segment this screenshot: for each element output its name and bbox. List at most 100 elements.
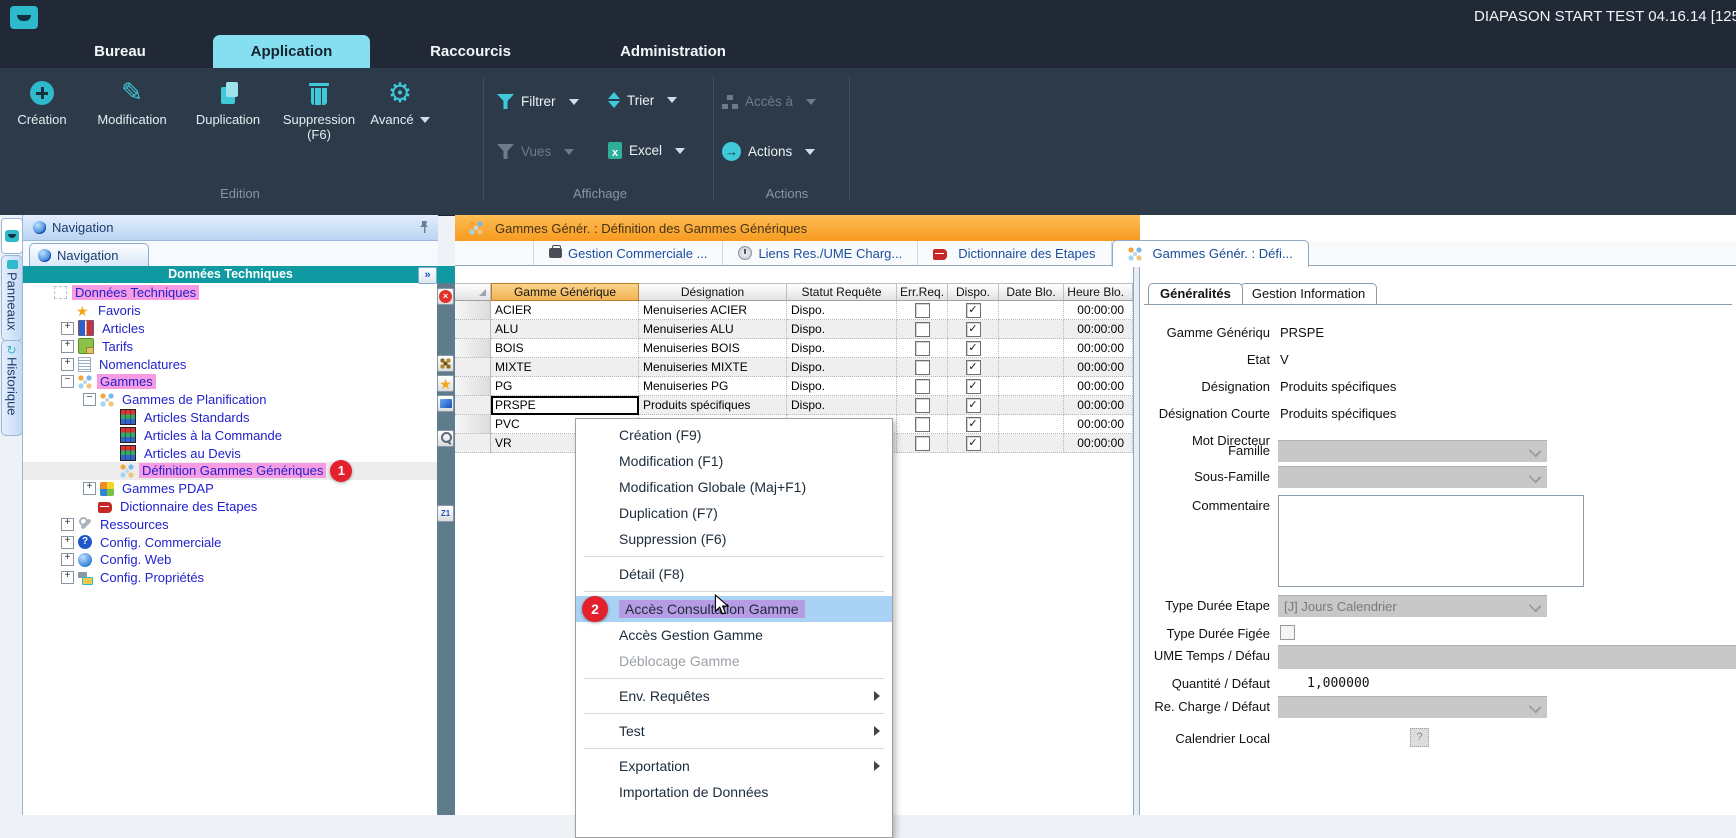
duplication-button[interactable]: Duplication bbox=[182, 78, 274, 127]
tab-raccourcis[interactable]: Raccourcis bbox=[408, 35, 533, 68]
dispo-checkbox[interactable] bbox=[966, 303, 981, 318]
cell-dispo[interactable] bbox=[948, 301, 999, 320]
cell-gamme[interactable]: ACIER bbox=[491, 301, 639, 320]
row-header[interactable] bbox=[455, 377, 491, 396]
tree-expand-toggle[interactable]: + bbox=[61, 340, 74, 353]
help-button[interactable]: ? bbox=[1410, 728, 1429, 747]
tree-item[interactable]: ★Favoris bbox=[23, 302, 438, 320]
cell-heure-blo[interactable]: 00:00:00 bbox=[1064, 339, 1133, 358]
cell-dispo[interactable] bbox=[948, 320, 999, 339]
err-req-checkbox[interactable] bbox=[915, 379, 930, 394]
column-header[interactable]: Heure Blo. bbox=[1064, 283, 1133, 301]
column-header[interactable]: Désignation bbox=[639, 283, 787, 301]
cell-err-req[interactable] bbox=[897, 415, 948, 434]
cell-date-blo[interactable] bbox=[999, 415, 1064, 434]
cell-heure-blo[interactable]: 00:00:00 bbox=[1064, 415, 1133, 434]
cell-dispo[interactable] bbox=[948, 396, 999, 415]
column-header[interactable]: Date Blo. bbox=[999, 283, 1064, 301]
dispo-checkbox[interactable] bbox=[966, 341, 981, 356]
tree-item[interactable]: +Tarifs bbox=[23, 337, 438, 355]
cell-date-blo[interactable] bbox=[999, 358, 1064, 377]
tab-administration[interactable]: Administration bbox=[598, 35, 748, 68]
cell-heure-blo[interactable]: 00:00:00 bbox=[1064, 301, 1133, 320]
screen-button[interactable] bbox=[437, 395, 454, 412]
cell-designation[interactable]: Menuiseries MIXTE bbox=[639, 358, 787, 377]
menu-item[interactable]: Env. Requêtes bbox=[576, 683, 892, 709]
close-button[interactable]: × bbox=[437, 288, 454, 305]
row-header[interactable] bbox=[455, 301, 491, 320]
cell-designation[interactable]: Menuiseries BOIS bbox=[639, 339, 787, 358]
column-header[interactable]: Statut Requête bbox=[787, 283, 897, 301]
cell-date-blo[interactable] bbox=[999, 434, 1064, 453]
dispo-checkbox[interactable] bbox=[966, 436, 981, 451]
comment-textarea[interactable] bbox=[1278, 495, 1584, 587]
tree-item[interactable]: Définition Gammes Génériques1 bbox=[23, 462, 438, 480]
err-req-checkbox[interactable] bbox=[915, 322, 930, 337]
menu-item[interactable]: Exportation bbox=[576, 753, 892, 779]
table-row[interactable]: ALUMenuiseries ALUDispo.00:00:00 bbox=[455, 320, 1133, 339]
column-header[interactable]: Gamme Générique bbox=[491, 283, 639, 301]
cell-dispo[interactable] bbox=[948, 339, 999, 358]
avance-button[interactable]: ⚙ Avancé bbox=[362, 78, 438, 127]
cell-statut[interactable]: Dispo. bbox=[787, 396, 897, 415]
collapse-tree-button[interactable]: » bbox=[418, 267, 437, 284]
tree-item[interactable]: +Articles bbox=[23, 320, 438, 338]
cell-designation[interactable]: Menuiseries PG bbox=[639, 377, 787, 396]
z1-button[interactable]: Z1 bbox=[437, 505, 454, 522]
cell-designation[interactable]: Produits spécifiques bbox=[639, 396, 787, 415]
tree-expand-toggle[interactable]: + bbox=[61, 322, 74, 335]
cell-err-req[interactable] bbox=[897, 301, 948, 320]
tab-bureau[interactable]: Bureau bbox=[60, 35, 180, 68]
tab-application[interactable]: Application bbox=[213, 35, 370, 68]
dropdown-field[interactable] bbox=[1278, 466, 1547, 488]
star-button[interactable]: ★ bbox=[437, 375, 454, 392]
tree-item[interactable]: Dictionnaire des Etapes bbox=[23, 498, 438, 516]
cell-err-req[interactable] bbox=[897, 434, 948, 453]
cell-heure-blo[interactable]: 00:00:00 bbox=[1064, 434, 1133, 453]
menu-item[interactable]: Modification (F1) bbox=[576, 448, 892, 474]
menu-item[interactable]: Duplication (F7) bbox=[576, 500, 892, 526]
cell-heure-blo[interactable]: 00:00:00 bbox=[1064, 358, 1133, 377]
err-req-checkbox[interactable] bbox=[915, 360, 930, 375]
doc-tab-dictionnaire[interactable]: Dictionnaire des Etapes bbox=[918, 241, 1111, 265]
cell-gamme[interactable]: PG bbox=[491, 377, 639, 396]
tree-expand-toggle[interactable]: + bbox=[61, 536, 74, 549]
cell-statut[interactable]: Dispo. bbox=[787, 377, 897, 396]
cell-date-blo[interactable] bbox=[999, 320, 1064, 339]
cell-err-req[interactable] bbox=[897, 320, 948, 339]
cell-dispo[interactable] bbox=[948, 358, 999, 377]
sidebar-tab-historique[interactable]: ↻ Historique bbox=[1, 340, 23, 436]
filtrer-button[interactable]: Filtrer bbox=[497, 94, 579, 109]
tree-item[interactable]: −Gammes bbox=[23, 373, 438, 391]
dispo-checkbox[interactable] bbox=[966, 379, 981, 394]
row-header[interactable] bbox=[455, 320, 491, 339]
menu-item[interactable]: Accès Gestion Gamme bbox=[576, 622, 892, 648]
tab-generalites[interactable]: Généralités bbox=[1148, 283, 1243, 304]
cell-err-req[interactable] bbox=[897, 377, 948, 396]
tree-item[interactable]: +Config. Web bbox=[23, 551, 438, 569]
doc-tab-gestion-commerciale[interactable]: Gestion Commerciale ... bbox=[533, 241, 723, 265]
dispo-checkbox[interactable] bbox=[966, 360, 981, 375]
doc-tab-gammes-gener[interactable]: Gammes Génér. : Défi... bbox=[1112, 240, 1309, 267]
cell-date-blo[interactable] bbox=[999, 301, 1064, 320]
tree-expand-toggle[interactable]: + bbox=[61, 518, 74, 531]
err-req-checkbox[interactable] bbox=[915, 341, 930, 356]
collapse-panel-button[interactable] bbox=[1, 218, 23, 254]
dropdown-field[interactable] bbox=[1278, 440, 1547, 462]
table-row[interactable]: PGMenuiseries PGDispo. 00:00:00 bbox=[455, 377, 1133, 396]
tree-expand-toggle[interactable]: − bbox=[61, 375, 74, 388]
err-req-checkbox[interactable] bbox=[915, 417, 930, 432]
tab-gestion-information[interactable]: Gestion Information bbox=[1240, 283, 1377, 304]
cell-statut[interactable]: Dispo. bbox=[787, 301, 897, 320]
cell-date-blo[interactable] bbox=[999, 396, 1064, 415]
dispo-checkbox[interactable] bbox=[966, 322, 981, 337]
actions-button[interactable]: → Actions bbox=[722, 142, 815, 161]
table-row[interactable]: PRSPEProduits spécifiquesDispo.00:00:00 bbox=[455, 396, 1133, 415]
modification-button[interactable]: ✎ Modification bbox=[84, 78, 180, 127]
tree-expand-toggle[interactable]: − bbox=[83, 393, 96, 406]
cell-heure-blo[interactable]: 00:00:00 bbox=[1064, 377, 1133, 396]
menu-item[interactable]: Création (F9) bbox=[576, 422, 892, 448]
field-checkbox[interactable] bbox=[1280, 625, 1295, 640]
cell-statut[interactable]: Dispo. bbox=[787, 358, 897, 377]
table-row[interactable]: MIXTEMenuiseries MIXTEDispo.00:00:00 bbox=[455, 358, 1133, 377]
